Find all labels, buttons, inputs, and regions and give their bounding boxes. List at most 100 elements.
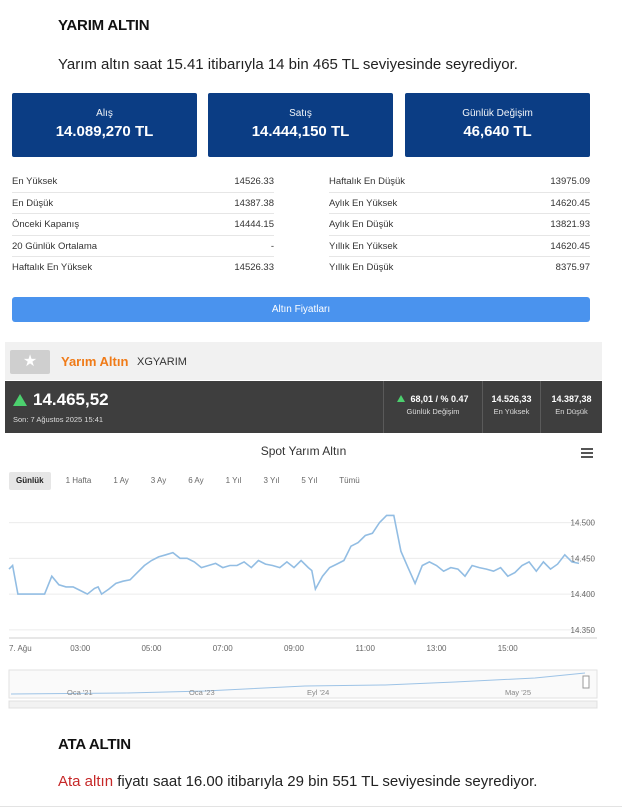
y-tick-label: 14.450 <box>571 554 596 563</box>
stat-row: Yıllık En Yüksek 14620.45 <box>329 236 590 258</box>
sell-label: Satış <box>289 108 312 119</box>
range-tab[interactable]: 5 Yıl <box>294 472 324 490</box>
range-selector: Günlük 1 Hafta 1 Ay 3 Ay 6 Ay 1 Yıl 3 Yıl 5 Yıl… <box>9 472 375 490</box>
up-arrow-icon <box>13 394 27 406</box>
y-tick-label: 14.400 <box>571 590 596 599</box>
stat-row: Aylık En Düşük 13821.93 <box>329 214 590 236</box>
change-value: 68,01 / % 0.47 <box>410 394 469 404</box>
stat-label: Aylık En Yüksek <box>329 197 398 209</box>
chart-menu-icon[interactable] <box>581 448 593 460</box>
x-tick-label: 03:00 <box>70 644 91 653</box>
stat-value: 14387.38 <box>234 197 274 209</box>
section-heading: YARIM ALTIN <box>58 17 150 34</box>
last-price: 14.465,52 <box>33 390 109 409</box>
range-tab[interactable]: 6 Ay <box>181 472 210 490</box>
daily-change-cell: 68,01 / % 0.47 Günlük Değişim <box>383 381 482 433</box>
stat-label: En Düşük <box>12 197 54 209</box>
sell-price-box: Satış 14.444,150 TL <box>208 93 393 157</box>
stat-value: 14526.33 <box>234 176 274 187</box>
buy-price-box: Alış 14.089,270 TL <box>12 93 197 157</box>
navigator-label: Eyl '24 <box>307 688 329 697</box>
navigator-label: May '25 <box>505 688 531 697</box>
navigator <box>8 669 598 699</box>
navigator-label: Oca '23 <box>189 688 215 697</box>
section-paragraph: Yarım altın saat 15.41 itibarıyla 14 bin… <box>58 56 518 73</box>
range-tab[interactable]: 1 Ay <box>106 472 135 490</box>
navigator-handle <box>582 675 590 689</box>
range-tab[interactable]: Tümü <box>332 472 366 490</box>
stat-label: Önceki Kapanış <box>12 219 80 231</box>
stat-label: Haftalık En Yüksek <box>12 262 93 274</box>
x-tick-label: 11:00 <box>356 644 376 653</box>
stat-value: 14444.15 <box>234 219 274 231</box>
navigator-scrollbar <box>8 700 598 709</box>
stat-value: - <box>270 240 274 252</box>
y-tick-label: 14.350 <box>571 626 596 635</box>
stat-row: 20 Günlük Ortalama - <box>12 236 274 258</box>
stat-row: Haftalık En Yüksek 14526.33 <box>12 257 274 279</box>
x-tick-label: 05:00 <box>141 644 162 653</box>
range-tab[interactable]: 1 Hafta <box>59 472 99 490</box>
quote-bar: 14.465,52 Son: 7 Ağustos 2025 15:41 68,0… <box>5 381 602 433</box>
stat-label: Aylık En Düşük <box>329 219 394 231</box>
change-label: Günlük Değişim <box>406 407 460 416</box>
quote-widget: ★ Yarım Altın XGYARIM 14.465,52 Son: 7 A… <box>5 342 602 714</box>
high-cell: 14.526,33 En Yüksek <box>482 381 540 433</box>
low-value: 14.387,38 <box>551 394 592 404</box>
stat-value: 14526.33 <box>234 262 274 274</box>
x-tick-label: 07:00 <box>213 644 234 653</box>
daily-change-value: 46,640 TL <box>463 123 532 140</box>
stat-row: Önceki Kapanış 14444.15 <box>12 214 274 236</box>
buy-label: Alış <box>96 108 113 119</box>
widget-header: ★ Yarım Altın XGYARIM <box>5 342 602 380</box>
daily-change-label: Günlük Değişim <box>462 108 533 119</box>
instrument-code: XGYARIM <box>137 356 187 368</box>
last-update: Son: 7 Ağustos 2025 15:41 <box>13 415 104 424</box>
stat-label: Yıllık En Düşük <box>329 262 394 274</box>
navigator-line <box>10 672 586 695</box>
y-tick-label: 14.500 <box>571 519 596 528</box>
chart-title: Spot Yarım Altın <box>260 444 347 458</box>
x-tick-label: 15:00 <box>498 644 519 653</box>
low-cell: 14.387,38 En Düşük <box>540 381 602 433</box>
stat-row: Aylık En Yüksek 14620.45 <box>329 193 590 215</box>
section-heading-2: ATA ALTIN <box>58 736 131 753</box>
divider <box>0 806 622 807</box>
stat-value: 14620.45 <box>550 197 590 209</box>
x-tick-label: 7. Ağu <box>9 644 32 653</box>
stat-label: En Yüksek <box>12 176 58 187</box>
daily-change-box: Günlük Değişim 46,640 TL <box>405 93 590 157</box>
stat-value: 8375.97 <box>555 262 590 274</box>
stat-row: Haftalık En Düşük 13975.09 <box>329 171 590 193</box>
navigator-label: Oca '21 <box>67 688 93 697</box>
stat-row: Yıllık En Düşük 8375.97 <box>329 257 590 279</box>
stats-table-right: Haftalık En Düşük 13975.09 Aylık En Yükse… <box>329 171 590 279</box>
high-value: 14.526,33 <box>491 394 532 404</box>
sell-value: 14.444,150 TL <box>251 123 350 140</box>
stat-label: 20 Günlük Ortalama <box>12 240 98 252</box>
range-tab[interactable]: Günlük <box>9 472 51 490</box>
instrument-name[interactable]: Yarım Altın <box>61 354 128 369</box>
stat-value: 13821.93 <box>550 219 590 231</box>
ata-altin-link[interactable]: Ata altın <box>58 773 113 790</box>
low-label: En Düşük <box>555 407 588 416</box>
paragraph-text: fiyatı saat 16.00 itibarıyla 29 bin 551 … <box>113 773 538 790</box>
stat-value: 14620.45 <box>550 240 590 252</box>
buy-value: 14.089,270 TL <box>55 123 154 140</box>
stat-value: 13975.09 <box>550 176 590 187</box>
range-tab[interactable]: 1 Yıl <box>219 472 249 490</box>
section-paragraph-2: Ata altın fiyatı saat 16.00 itibarıyla 2… <box>58 773 537 790</box>
range-tab[interactable]: 3 Ay <box>144 472 173 490</box>
stat-label: Yıllık En Yüksek <box>329 240 398 252</box>
stat-row: En Düşük 14387.38 <box>12 193 274 215</box>
x-tick-label: 13:00 <box>426 644 447 653</box>
up-arrow-icon <box>397 395 406 402</box>
gold-prices-button[interactable]: Altın Fiyatları <box>12 297 590 322</box>
x-tick-label: 09:00 <box>284 644 305 653</box>
stat-label: Haftalık En Düşük <box>329 176 406 187</box>
range-tab[interactable]: 3 Yıl <box>257 472 287 490</box>
stats-table-left: En Yüksek 14526.33 En Düşük 14387.38 Öncek… <box>12 171 274 279</box>
price-line <box>8 514 580 596</box>
high-label: En Yüksek <box>493 407 530 416</box>
favorite-star-icon[interactable]: ★ <box>10 350 50 374</box>
